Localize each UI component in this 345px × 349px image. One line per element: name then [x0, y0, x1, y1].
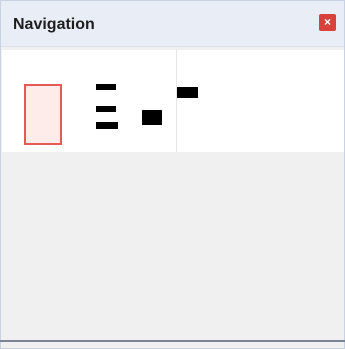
close-icon[interactable]: ×	[319, 14, 336, 31]
empty-navigation-area	[2, 152, 344, 341]
panel-bottom-border	[0, 340, 345, 342]
minimap-block	[177, 87, 198, 98]
minimap-block	[96, 106, 116, 112]
panel-title: Navigation	[13, 16, 95, 33]
minimap-block	[96, 122, 118, 129]
navigation-preview[interactable]	[2, 50, 344, 152]
viewport-frame[interactable]	[24, 84, 62, 145]
panel-title-bar[interactable]: Navigation ×	[1, 1, 344, 47]
minimap-block	[142, 110, 162, 125]
preview-divider	[176, 50, 177, 152]
navigation-panel: Navigation ×	[0, 0, 345, 349]
minimap-block	[96, 84, 116, 90]
